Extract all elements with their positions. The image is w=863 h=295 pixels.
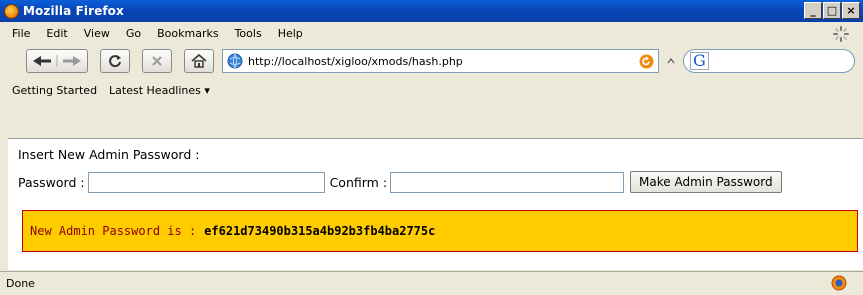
- menu-view[interactable]: View: [76, 27, 118, 40]
- window-controls: _ □ ×: [804, 2, 860, 19]
- menu-bookmarks[interactable]: Bookmarks: [149, 27, 226, 40]
- confirm-field[interactable]: [390, 171, 625, 193]
- menu-help[interactable]: Help: [270, 27, 311, 40]
- stop-icon: [152, 56, 162, 66]
- reload-button[interactable]: [100, 49, 130, 73]
- reload-icon: [109, 55, 121, 68]
- google-icon: G: [690, 52, 709, 70]
- stop-button[interactable]: [142, 49, 172, 73]
- navigation-toolbar: http://localhost/xigloo/xmods/hash.php G…: [0, 44, 863, 102]
- url-text: http://localhost/xigloo/xmods/hash.php: [248, 54, 463, 68]
- bookmark-getting-started[interactable]: Getting Started: [12, 84, 97, 97]
- throbber-icon: [833, 26, 849, 42]
- home-icon: [191, 54, 207, 68]
- menu-bar: File Edit View Go Bookmarks Tools Help: [0, 22, 863, 44]
- form-heading: Insert New Admin Password :: [18, 147, 200, 162]
- close-button[interactable]: ×: [842, 2, 860, 19]
- firefox-icon: [4, 3, 19, 19]
- menu-tools[interactable]: Tools: [227, 27, 270, 40]
- page-content: Insert New Admin Password : Password : C…: [8, 138, 863, 270]
- menu-file[interactable]: File: [4, 27, 38, 40]
- bookmarks-toolbar: Getting Started Latest Headlines ▾: [0, 80, 863, 100]
- window-titlebar: Mozilla Firefox _ □ ×: [0, 0, 863, 22]
- status-text: Done: [6, 277, 35, 290]
- result-banner: New Admin Password is : ef621d73490b315a…: [22, 210, 858, 252]
- password-label: Password :: [18, 174, 85, 190]
- bookmark-latest-headlines[interactable]: Latest Headlines ▾: [109, 84, 210, 97]
- maximize-button[interactable]: □: [823, 2, 841, 19]
- status-bar: Done: [0, 271, 863, 295]
- minimize-button[interactable]: _: [804, 2, 822, 19]
- globe-icon: [227, 53, 243, 69]
- result-hash: ef621d73490b315a4b92b3fb4ba2775c: [204, 224, 436, 238]
- admin-password-form: Insert New Admin Password : Password : C…: [18, 147, 782, 193]
- home-button[interactable]: [184, 49, 214, 73]
- search-engine-dropdown-icon[interactable]: [666, 56, 676, 66]
- back-forward-button[interactable]: [26, 49, 88, 73]
- go-icon[interactable]: [639, 54, 654, 69]
- back-forward-icon: [33, 55, 81, 67]
- form-row: Password : Confirm : Make Admin Password: [18, 171, 782, 193]
- confirm-label: Confirm :: [329, 174, 388, 190]
- menu-edit[interactable]: Edit: [38, 27, 75, 40]
- result-label: New Admin Password is :: [30, 224, 197, 238]
- address-bar[interactable]: http://localhost/xigloo/xmods/hash.php: [222, 49, 659, 73]
- password-field[interactable]: [87, 171, 325, 193]
- make-admin-password-button[interactable]: Make Admin Password: [630, 171, 782, 193]
- menu-go[interactable]: Go: [118, 27, 149, 40]
- firefox-status-icon: [831, 275, 847, 291]
- search-input[interactable]: G: [683, 49, 855, 73]
- window-title: Mozilla Firefox: [23, 4, 124, 18]
